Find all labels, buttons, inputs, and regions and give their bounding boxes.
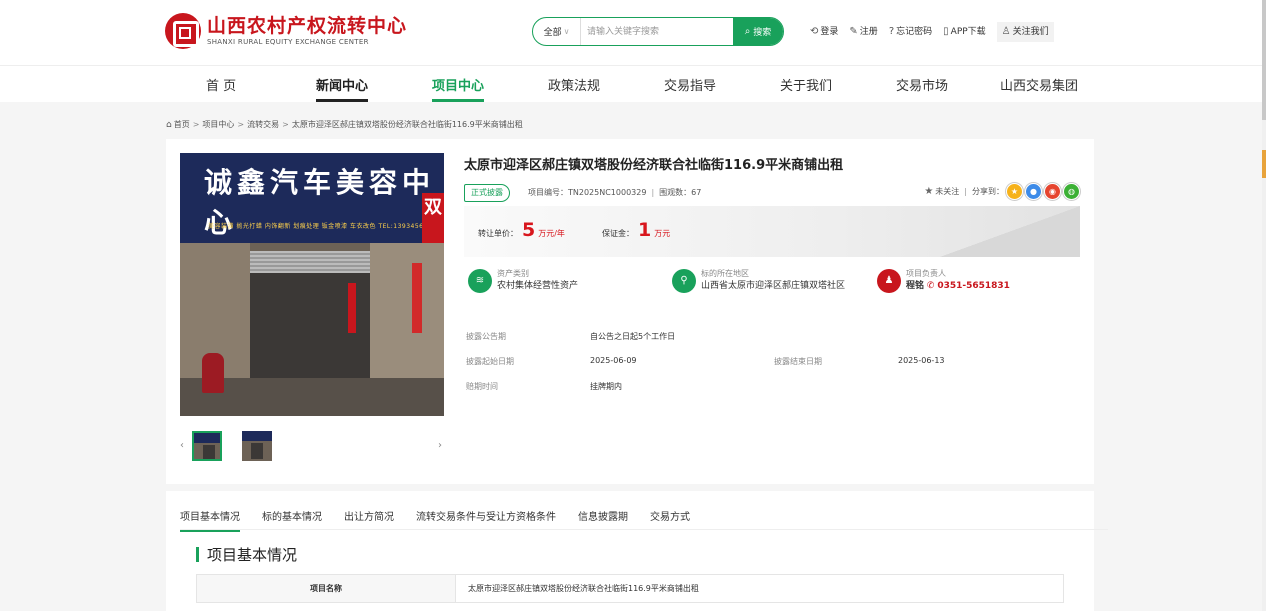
weibo-share-icon[interactable]: ◉ xyxy=(1044,183,1061,200)
shop-sign-subtext: 美容装潢 抛光打蜡 内饰翻新 划痕处理 钣金喷漆 车衣改色 TEL:139345… xyxy=(208,223,437,230)
unit-price: 转让单价： 5 万元/年 xyxy=(478,219,565,241)
location-pin-icon: ⚲ xyxy=(672,268,696,293)
disclosure-end-label: 披露结束日期 xyxy=(774,357,822,366)
follow-us-link[interactable]: ♙ 关注我们 xyxy=(996,22,1054,42)
search-icon: ⌕ xyxy=(744,26,751,37)
shop-side-sign: 双 xyxy=(422,193,444,243)
price-band: 转让单价： 5 万元/年 保证金： 1 万元 xyxy=(464,206,1080,257)
chevron-right-icon[interactable]: › xyxy=(438,440,442,451)
question-icon: ? xyxy=(888,26,895,37)
nav-item-group[interactable]: 山西交易集团 xyxy=(1000,75,1078,94)
site-header: 山西农村产权流转中心 SHANXI RURAL EQUITY EXCHANGE … xyxy=(0,0,1262,65)
app-download-link[interactable]: ▯ APP下载 xyxy=(943,22,986,42)
nav-item-about[interactable]: 关于我们 xyxy=(780,75,832,94)
forgot-password-link[interactable]: ? 忘记密码 xyxy=(889,22,932,42)
register-link[interactable]: ✎ 注册 xyxy=(849,22,877,42)
page-scrollbar[interactable] xyxy=(1262,0,1266,611)
main-nav: 首 页 新闻中心 项目中心 政策法规 交易指导 关于我们 交易市场 山西交易集团 xyxy=(0,65,1262,102)
chevron-left-icon[interactable]: ‹ xyxy=(180,440,184,451)
project-code: TN2025NC1000329 xyxy=(568,188,647,197)
logo-emblem-icon xyxy=(165,13,201,49)
disclosure-start-label: 披露起始日期 xyxy=(466,357,514,366)
view-count: 67 xyxy=(691,188,702,197)
nav-item-policy[interactable]: 政策法规 xyxy=(548,75,600,94)
phone-icon: ▯ xyxy=(943,26,949,37)
project-manager: ♟ 项目负责人 程铭 ✆ 0351-5651831 xyxy=(877,268,1010,293)
asset-location: ⚲ 标的所在地区 山西省太原市迎泽区郝庄镇双塔社区 xyxy=(672,268,845,293)
disclosure-period-label: 披露公告期 xyxy=(466,332,506,341)
side-float-tab[interactable] xyxy=(1262,150,1266,178)
login-icon: ⟲ xyxy=(810,26,819,37)
breadcrumb: ⌂ 首页 > 项目中心 > 流转交易 > 太原市迎泽区郝庄镇双塔股份经济联合社临街11… xyxy=(166,119,523,130)
manager-phone[interactable]: 0351-5651831 xyxy=(937,281,1010,291)
disclosure-start-value: 2025-06-09 xyxy=(590,356,637,365)
edit-icon: ✎ xyxy=(849,26,858,37)
logo-subtitle: SHANXI RURAL EQUITY EXCHANGE CENTER xyxy=(207,38,369,46)
breadcrumb-current: 太原市迎泽区郝庄镇双塔股份经济联合社临街116.9平米商铺出租 xyxy=(291,120,523,129)
search-input[interactable] xyxy=(581,18,733,45)
person-icon: ♟ xyxy=(877,268,901,293)
qq-share-icon[interactable]: ● xyxy=(1025,183,1042,200)
nav-item-news[interactable]: 新闻中心 xyxy=(316,75,369,102)
top-links: ⟲ 登录 ✎ 注册 ? 忘记密码 ▯ APP下载 ♙ 关注我们 xyxy=(810,22,1054,42)
nav-item-home[interactable]: 首 页 xyxy=(206,75,236,94)
follow-button[interactable]: 未关注 xyxy=(935,186,959,197)
nav-item-market[interactable]: 交易市场 xyxy=(896,75,948,94)
asset-category: ≋ 资产类别 农村集体经营性资产 xyxy=(468,268,578,293)
project-meta: 项目编号：TN2025NC1000329 | 围观数：67 xyxy=(528,188,702,197)
deposit: 保证金： 1 万元 xyxy=(602,219,671,241)
breadcrumb-projects[interactable]: 项目中心 xyxy=(202,119,234,130)
breadcrumb-home[interactable]: 首页 xyxy=(174,119,190,130)
project-card: 诚鑫汽车美容中心 美容装潢 抛光打蜡 内饰翻新 划痕处理 钣金喷漆 车衣改色 T… xyxy=(166,139,1094,484)
layers-icon: ≋ xyxy=(468,268,492,293)
nav-item-projects[interactable]: 项目中心 xyxy=(432,75,485,102)
thumbnail-1[interactable] xyxy=(192,431,222,461)
project-title: 太原市迎泽区郝庄镇双塔股份经济联合社临街116.9平米商铺出租 xyxy=(464,158,844,173)
search-category-select[interactable]: 全部 ∨ xyxy=(533,18,581,45)
logo-title: 山西农村产权流转中心 xyxy=(207,15,408,37)
status-badge: 正式披露 xyxy=(464,184,510,202)
phone-icon: ✆ xyxy=(926,281,935,291)
follow-share: ★ 未关注 | 分享到： ★ ● ◉ ◍ xyxy=(924,183,1080,200)
manager-name: 程铭 xyxy=(906,281,925,291)
disclosure-end-value: 2025-06-13 xyxy=(898,356,945,365)
photo-thumbnails: ‹ › xyxy=(180,429,444,463)
project-main-photo[interactable]: 诚鑫汽车美容中心 美容装潢 抛光打蜡 内饰翻新 划痕处理 钣金喷漆 车衣改色 T… xyxy=(180,153,444,416)
chevron-down-icon: ∨ xyxy=(563,27,570,36)
login-link[interactable]: ⟲ 登录 xyxy=(810,22,838,42)
table-row: 项目名称 太原市迎泽区郝庄镇双塔股份经济联合社临街116.9平米商铺出租 xyxy=(196,574,1064,603)
bidding-time-label: 赔期时间 xyxy=(466,382,498,391)
search-bar: 全部∨ ⌕搜索 xyxy=(532,17,784,46)
section-title: 项目基本情况 xyxy=(196,544,297,565)
breadcrumb-transfer[interactable]: 流转交易 xyxy=(247,119,279,130)
nav-item-guide[interactable]: 交易指导 xyxy=(664,75,716,94)
project-basic-table: 项目名称 太原市迎泽区郝庄镇双塔股份经济联合社临街116.9平米商铺出租 xyxy=(196,574,1064,603)
site-logo[interactable]: 山西农村产权流转中心 SHANXI RURAL EQUITY EXCHANGE … xyxy=(165,13,407,49)
disclosure-period-value: 自公告之日起5个工作日 xyxy=(590,332,676,341)
details-card: 项目基本情况 标的基本情况 出让方简况 流转交易条件与受让方资格条件 信息披露期… xyxy=(166,491,1108,611)
home-icon: ⌂ xyxy=(166,119,172,130)
qzone-share-icon[interactable]: ★ xyxy=(1006,183,1023,200)
star-icon[interactable]: ★ xyxy=(924,186,933,197)
thumbnail-2[interactable] xyxy=(242,431,272,461)
wechat-share-icon[interactable]: ◍ xyxy=(1063,183,1080,200)
bidding-time-value: 挂牌期内 xyxy=(590,382,622,391)
user-icon: ♙ xyxy=(1001,26,1011,37)
search-button[interactable]: ⌕ 搜索 xyxy=(733,18,783,45)
